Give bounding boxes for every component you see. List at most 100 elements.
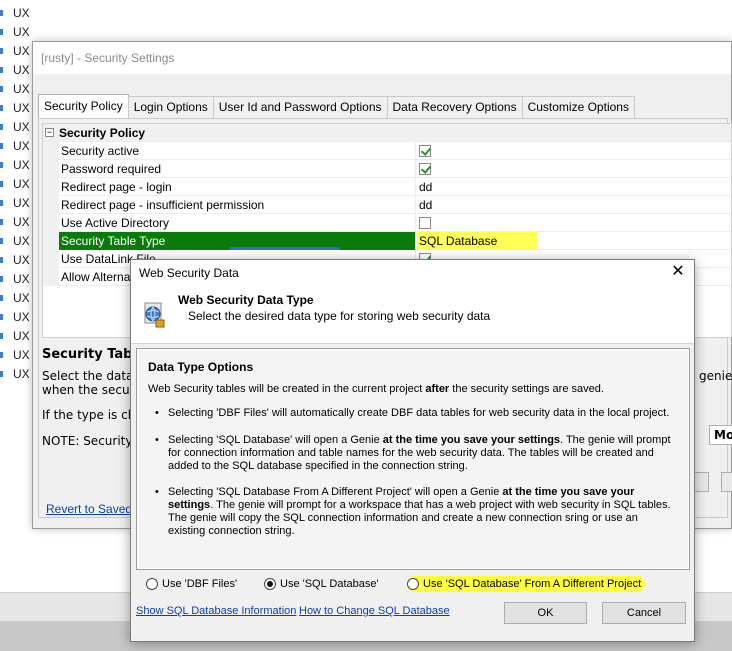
revert-to-saved-link[interactable]: Revert to Saved [46,502,132,516]
ok-button[interactable]: OK [504,602,587,624]
property-row[interactable]: Use Active Directory [43,214,731,232]
list-bullet-icon [0,181,3,187]
radio-sql-different-project[interactable]: Use 'SQL Database' From A Different Proj… [407,576,646,592]
row-gutter [43,214,59,232]
ux-list-label: UX [13,367,30,381]
intro-bold: after [425,383,450,395]
header-subtitle: Select the desired data type for storing… [188,309,491,323]
data-type-options-panel: Data Type Options Web Security tables wi… [136,348,690,570]
ux-list-item[interactable]: UX [0,42,34,61]
list-bullet-icon [0,219,3,225]
dialog-title-text: Web Security Data [139,266,239,280]
column-divider [415,214,416,232]
ux-list-item[interactable]: UX [0,175,34,194]
column-divider [415,142,416,160]
ux-list-item[interactable]: UX [0,99,34,118]
close-icon[interactable]: ✕ [670,264,686,280]
description-line: NOTE: Security [42,434,133,448]
ux-list-item[interactable]: UX [0,194,34,213]
radio-circle[interactable] [407,578,419,590]
checkbox-checked[interactable] [419,163,431,175]
ux-list-label: UX [13,310,30,324]
property-label: Security active [61,144,140,158]
bullet-text-post: . The genie will prompt for a workspace … [168,499,671,537]
category-row[interactable]: − Security Policy [43,124,731,142]
property-value[interactable]: dd [417,196,432,214]
radio-label: Use 'SQL Database' [280,578,379,590]
option-bullet: Selecting 'DBF Files' will automatically… [155,407,678,420]
ux-list-item[interactable]: UX [0,137,34,156]
ux-list-label: UX [13,272,30,286]
ux-list-item[interactable]: UX [0,4,34,23]
radio-sql-database[interactable]: Use 'SQL Database' [264,576,379,592]
tab-data-recovery-options[interactable]: Data Recovery Options [386,96,523,118]
ux-list-item[interactable]: UX [0,80,34,99]
property-row[interactable]: Password required [43,160,731,178]
list-bullet-icon [0,143,3,149]
window-button[interactable] [721,472,732,492]
options-inner: Data Type Options Web Security tables wi… [137,349,689,569]
ux-list-item[interactable]: UX [0,346,34,365]
ux-list-label: UX [13,6,30,20]
ux-list-item[interactable]: UX [0,289,34,308]
tab-userid-password-options[interactable]: User Id and Password Options [212,96,388,118]
ux-list-label: UX [13,139,30,153]
intro-text-end: the security settings are saved. [449,383,604,395]
list-bullet-icon [0,295,3,301]
ux-list-item[interactable]: UX [0,23,34,42]
row-gutter [43,232,59,250]
ux-list-item[interactable]: UX [0,232,34,251]
options-intro: Web Security tables will be created in t… [148,383,604,395]
property-value[interactable]: SQL Database [417,232,537,250]
ux-list-item[interactable]: UX [0,327,34,346]
radio-dbf-files[interactable]: Use 'DBF Files' [146,576,237,592]
property-row[interactable]: Redirect page - login dd [43,178,731,196]
property-label: Redirect page - insufficient permission [61,198,265,212]
how-to-change-sql-link[interactable]: How to Change SQL Database [299,605,450,617]
property-value[interactable]: dd [417,178,432,196]
header-title: Web Security Data Type [178,293,314,307]
tab-customize-options[interactable]: Customize Options [521,96,635,118]
list-bullet-icon [0,29,3,35]
ux-list-item[interactable]: UX [0,118,34,137]
radio-label: Use 'SQL Database' From A Different Proj… [423,578,642,590]
ux-list-item[interactable]: UX [0,251,34,270]
ux-list-label: UX [13,253,30,267]
checkbox-unchecked[interactable] [419,217,431,229]
property-label: Redirect page - login [61,180,172,194]
ux-list-label: UX [13,291,30,305]
ux-list-item[interactable]: UX [0,365,34,384]
tab-security-policy[interactable]: Security Policy [38,94,129,118]
ux-list-item[interactable]: UX [0,270,34,289]
list-bullet-icon [0,352,3,358]
row-gutter [43,268,59,286]
radio-circle-selected[interactable] [264,578,276,590]
tab-login-options[interactable]: Login Options [127,96,214,118]
dialog-header: Web Security Data Type Select the desire… [131,286,694,344]
globe-database-icon [144,302,165,328]
column-divider [415,178,416,196]
description-line-right: genie [699,369,732,383]
dialog-title: Web Security Data ✕ [131,260,694,286]
property-row-selected[interactable]: Security Table Type SQL Database [43,232,731,250]
list-bullet-icon [0,238,3,244]
ux-list-item[interactable]: UX [0,308,34,327]
ux-list-item[interactable]: UX [0,61,34,80]
property-row[interactable]: Redirect page - insufficient permission … [43,196,731,214]
ux-list-item[interactable]: UX [0,156,34,175]
list-bullet-icon [0,48,3,54]
column-divider [415,196,416,214]
property-row[interactable]: Security active [43,142,731,160]
window-title: [rusty] - Security Settings [33,42,731,74]
bullet-text: Selecting 'DBF Files' will automatically… [168,407,670,419]
collapse-icon[interactable]: − [45,128,54,137]
more-button[interactable]: Mo [709,425,732,445]
checkbox-checked[interactable] [419,145,431,157]
column-divider [415,160,416,178]
radio-circle[interactable] [146,578,158,590]
ux-list-label: UX [13,44,30,58]
show-sql-info-link[interactable]: Show SQL Database Information [136,605,296,617]
bullet-text-pre: Selecting 'SQL Database' will open a Gen… [168,434,383,446]
cancel-button[interactable]: Cancel [602,602,686,624]
ux-list-item[interactable]: UX [0,213,34,232]
